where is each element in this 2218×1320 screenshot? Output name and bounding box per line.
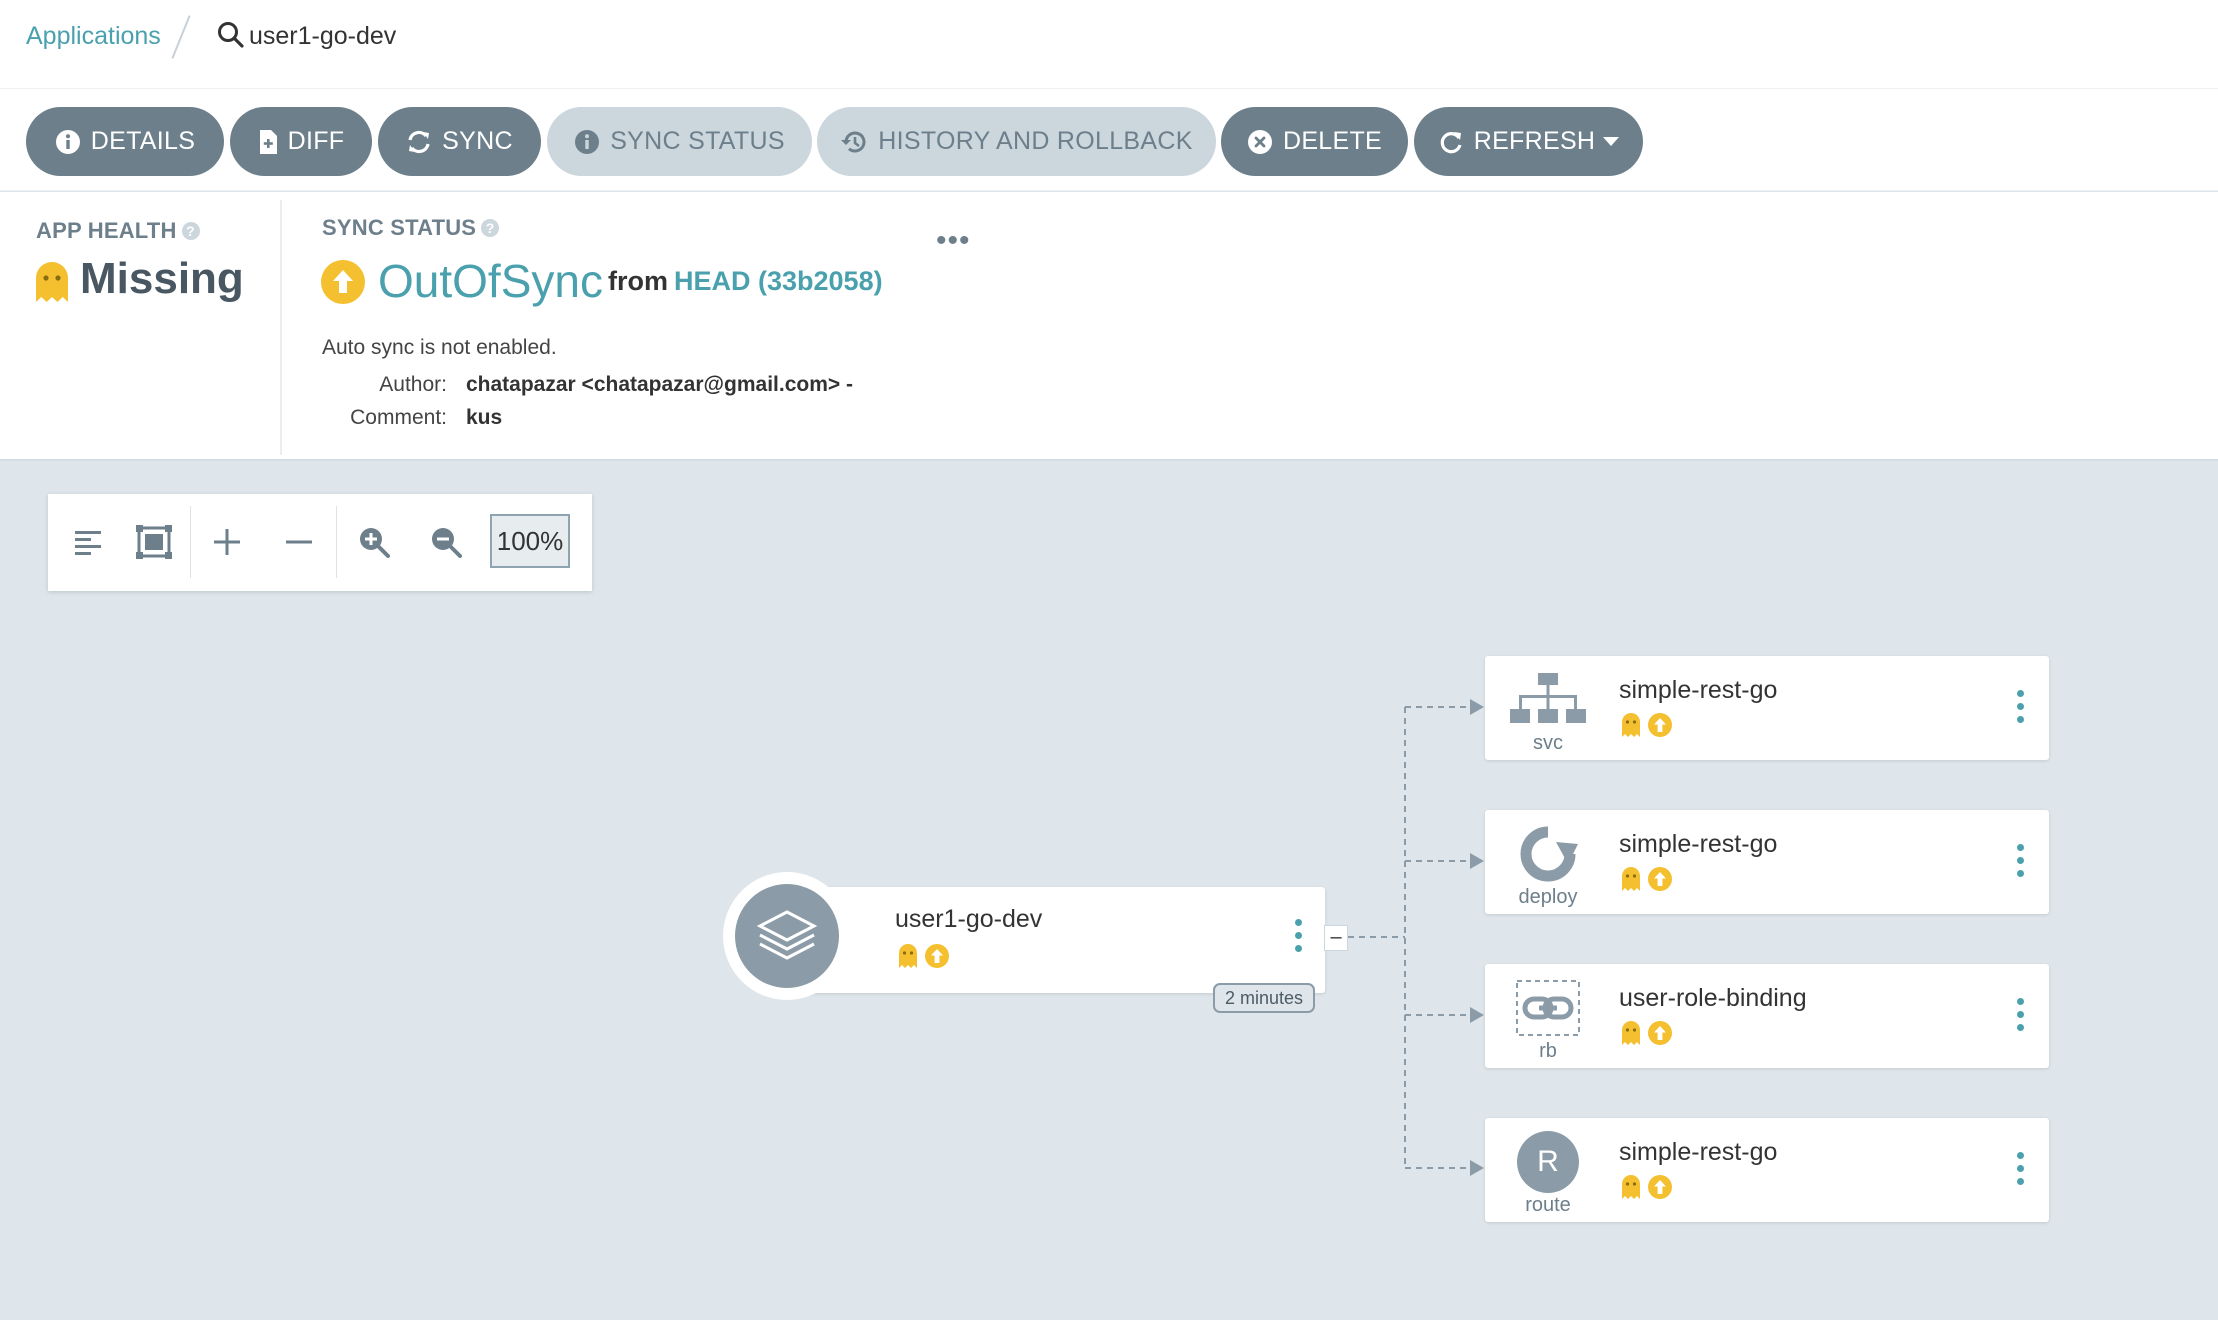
layers-icon [756, 910, 818, 960]
app-node-menu-icon[interactable] [1295, 919, 1303, 958]
out-of-sync-icon [1648, 713, 1672, 737]
resource-name: user-role-binding [1619, 984, 1807, 1012]
resource-menu-icon[interactable] [2017, 844, 2025, 883]
missing-ghost-icon [899, 944, 917, 968]
resource-node-svc[interactable]: svc simple-rest-go [1485, 656, 2049, 760]
missing-ghost-icon [1622, 1021, 1640, 1045]
network-icon [1510, 673, 1586, 723]
resource-icon-container: R [1505, 1130, 1591, 1194]
resource-status-badges [1621, 1174, 1673, 1200]
resource-kind-label: deploy [1518, 886, 1578, 908]
resource-icon-container [1505, 822, 1591, 886]
resource-node-deploy[interactable]: deploy simple-rest-go [1485, 810, 2049, 914]
resource-node-rb[interactable]: rb user-role-binding [1485, 964, 2049, 1068]
out-of-sync-icon [925, 944, 949, 968]
app-node-name: user1-go-dev [895, 905, 1043, 933]
resource-menu-icon[interactable] [2017, 690, 2025, 729]
resource-name: simple-rest-go [1619, 676, 1778, 704]
out-of-sync-icon [1648, 1175, 1672, 1199]
missing-ghost-icon [1622, 1175, 1640, 1199]
resource-icon-container [1505, 668, 1591, 732]
resource-kind-label: route [1525, 1194, 1571, 1216]
collapse-node-button[interactable]: – [1324, 925, 1348, 951]
resource-name: simple-rest-go [1619, 1138, 1778, 1166]
resource-name: simple-rest-go [1619, 830, 1778, 858]
resource-menu-icon[interactable] [2017, 1152, 2025, 1191]
out-of-sync-icon [1648, 1021, 1672, 1045]
deploy-icon [1520, 826, 1578, 882]
resource-status-badges [1621, 712, 1673, 738]
missing-ghost-icon [1622, 713, 1640, 737]
route-icon: R [1517, 1131, 1579, 1193]
resource-kind-label: svc [1533, 732, 1563, 754]
app-node-age-tag: 2 minutes [1213, 983, 1316, 1013]
resource-menu-icon[interactable] [2017, 998, 2025, 1037]
resource-status-badges [1621, 1020, 1673, 1046]
resource-status-badges [1621, 866, 1673, 892]
resource-icon-container [1505, 976, 1591, 1040]
out-of-sync-icon [1648, 867, 1672, 891]
missing-ghost-icon [1622, 867, 1640, 891]
link-icon [1516, 980, 1580, 1036]
resource-node-route[interactable]: R route simple-rest-go [1485, 1118, 2049, 1222]
app-node-icon-circle [723, 872, 851, 1000]
app-node-status-badges [898, 943, 950, 969]
app-node-card[interactable]: user1-go-dev [793, 887, 1325, 993]
resource-kind-label: rb [1539, 1040, 1557, 1062]
